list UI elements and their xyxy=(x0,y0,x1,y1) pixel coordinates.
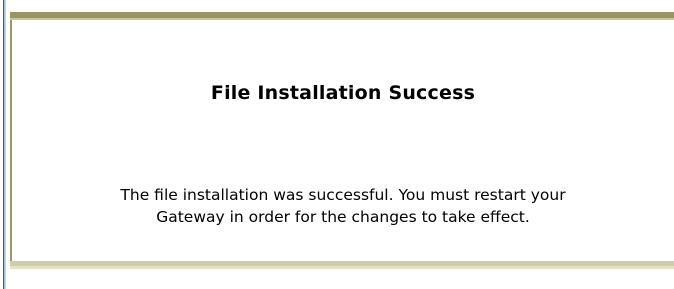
left-frame-edge xyxy=(0,0,6,289)
page-title: File Installation Success xyxy=(210,82,476,104)
panel-bottom-border xyxy=(10,261,674,269)
status-message-line-2: Gateway in order for the changes to take… xyxy=(156,208,530,226)
status-message-line-1: The file installation was successful. Yo… xyxy=(120,186,566,204)
panel-top-border xyxy=(10,12,674,20)
content-panel xyxy=(10,12,674,268)
status-message: The file installation was successful. Yo… xyxy=(12,184,674,228)
browser-viewport: File Installation Success The file insta… xyxy=(0,0,674,289)
